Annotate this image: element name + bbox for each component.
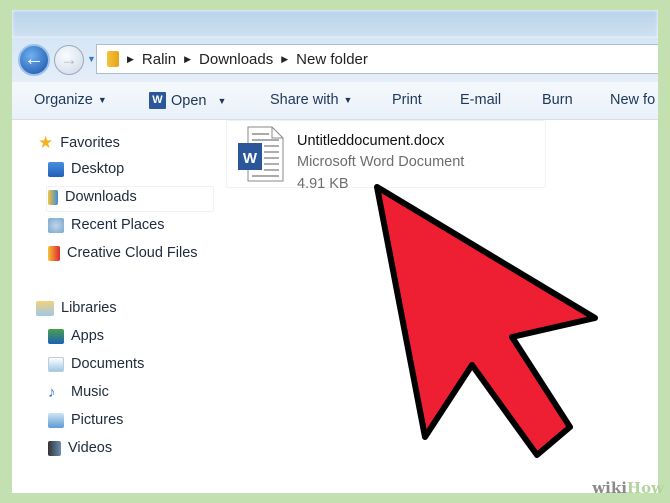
watermark-wiki: wiki (592, 479, 627, 497)
wikihow-watermark: wikiHow (592, 479, 664, 497)
watermark-how: How (626, 479, 664, 497)
red-pointer-arrow-icon (374, 184, 598, 458)
